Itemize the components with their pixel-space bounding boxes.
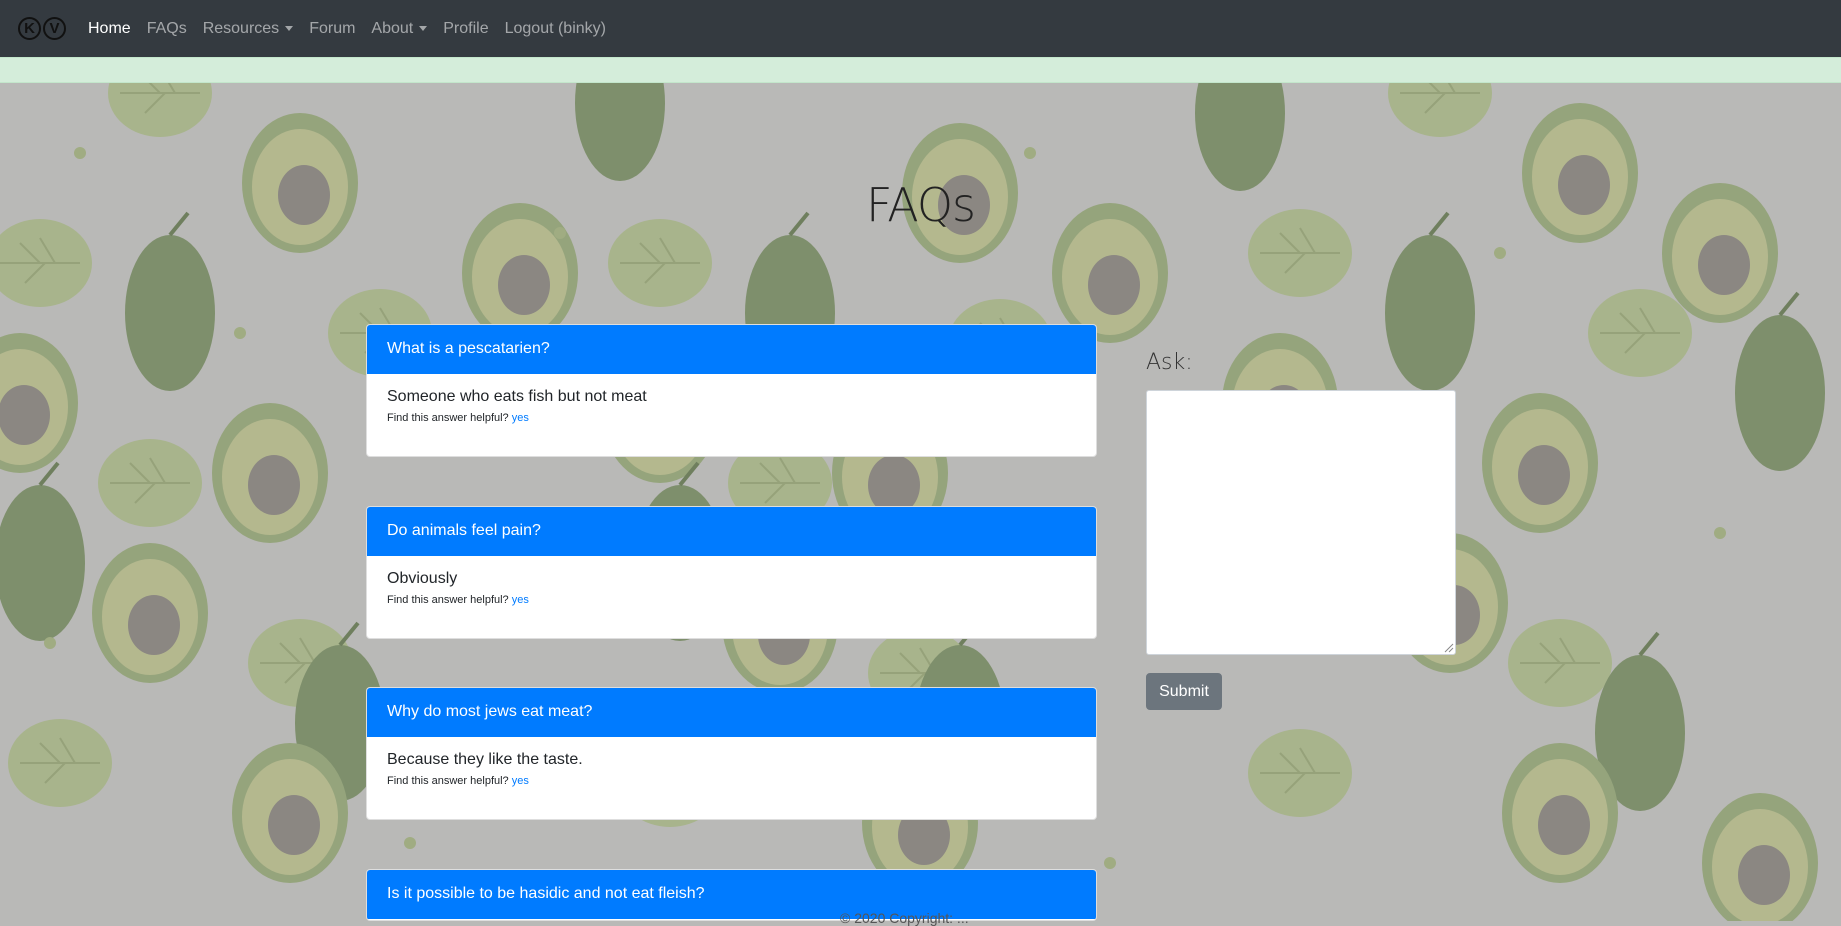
helpful-yes-link[interactable]: yes: [512, 775, 529, 787]
faq-helpful: Find this answer helpful? yes: [387, 594, 529, 606]
ask-textarea[interactable]: [1146, 390, 1456, 655]
faq-body: Someone who eats fish but not meat Find …: [367, 374, 1096, 456]
top-navbar: K V Home FAQs Resources Forum About Prof…: [0, 0, 1841, 57]
footer-copyright: © 2020 Copyright: ...: [840, 910, 969, 926]
caret-down-icon: [285, 26, 294, 31]
faq-answer: Obviously: [387, 570, 458, 587]
brand-v-icon: V: [43, 17, 66, 40]
nav-profile[interactable]: Profile: [443, 20, 488, 38]
faq-helpful: Find this answer helpful? yes: [387, 775, 529, 787]
brand-k-icon: K: [18, 17, 41, 40]
helpful-yes-link[interactable]: yes: [512, 412, 529, 424]
submit-button[interactable]: Submit: [1146, 673, 1222, 710]
faq-card: Is it possible to be hasidic and not eat…: [366, 869, 1097, 921]
faq-body: Obviously Find this answer helpful? yes: [367, 556, 1096, 638]
faq-answer: Someone who eats fish but not meat: [387, 388, 647, 405]
brand-logo[interactable]: K V: [18, 17, 66, 40]
nav-logout[interactable]: Logout (binky): [505, 20, 606, 38]
page-title: FAQs: [865, 178, 976, 232]
faq-card: Do animals feel pain? Obviously Find thi…: [366, 506, 1097, 639]
faq-question: Why do most jews eat meat?: [367, 688, 1096, 737]
faq-card: Why do most jews eat meat? Because they …: [366, 687, 1097, 820]
faq-card: What is a pescatarien? Someone who eats …: [366, 324, 1097, 457]
nav-about-dropdown[interactable]: About: [371, 20, 428, 38]
nav-forum[interactable]: Forum: [309, 20, 355, 38]
nav-faqs[interactable]: FAQs: [147, 20, 187, 38]
faq-body: Because they like the taste. Find this a…: [367, 737, 1096, 819]
ask-label: Ask:: [1146, 350, 1193, 375]
caret-down-icon: [419, 26, 428, 31]
nav-resources-dropdown[interactable]: Resources: [203, 20, 294, 38]
helpful-yes-link[interactable]: yes: [512, 594, 529, 606]
alert-banner: [0, 57, 1841, 83]
faq-question: What is a pescatarien?: [367, 325, 1096, 374]
faq-answer: Because they like the taste.: [387, 751, 583, 768]
nav-home[interactable]: Home: [88, 20, 131, 38]
resize-grip-icon[interactable]: [1444, 643, 1454, 653]
faq-question: Is it possible to be hasidic and not eat…: [367, 870, 1096, 919]
faq-helpful: Find this answer helpful? yes: [387, 412, 529, 424]
faq-question: Do animals feel pain?: [367, 507, 1096, 556]
